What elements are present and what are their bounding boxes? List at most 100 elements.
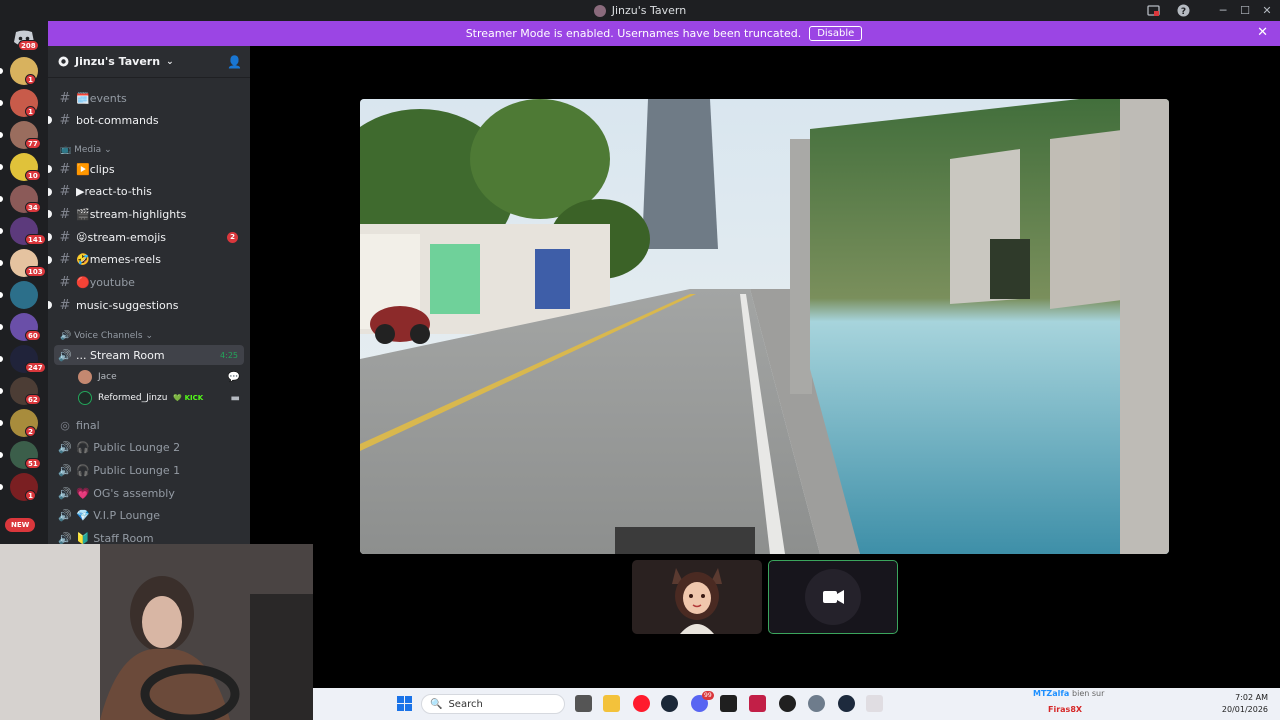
channel-events[interactable]: # 🗓️events — [54, 88, 244, 108]
voice-channel-item[interactable]: 🔊 💎 V.I.P Lounge — [54, 506, 244, 526]
search-icon: 🔍 — [430, 698, 443, 710]
close-banner-icon[interactable]: ✕ — [1257, 25, 1268, 40]
voice-channel-item[interactable]: 🔊 💗 OG's assembly — [54, 483, 244, 503]
participant-tile-jace[interactable] — [632, 560, 762, 634]
category-media[interactable]: 📺 Media ⌄ — [60, 145, 112, 155]
opera-gx-icon[interactable] — [633, 695, 650, 712]
chat-message: bien sur — [1072, 689, 1105, 698]
channel-name: bot-commands — [76, 113, 159, 127]
window-title-text: Jinzu's Tavern — [611, 4, 687, 17]
unread-indicator — [48, 210, 52, 219]
server-badge: 141 — [25, 234, 46, 245]
steam-icon[interactable] — [661, 695, 678, 712]
channel-item[interactable]: # music-suggestions — [48, 295, 244, 315]
avatar — [78, 370, 92, 384]
channel-name: 🔰 Staff Room — [76, 532, 154, 544]
streamer-mode-text: Streamer Mode is enabled. Usernames have… — [465, 27, 802, 40]
svg-text:?: ? — [1180, 7, 1185, 17]
voice-user-name: Reformed_Jinzu — [98, 393, 168, 403]
inbox-icon[interactable] — [1140, 0, 1166, 21]
server-header[interactable]: Jinzu's Tavern ⌄ 👤 — [48, 46, 250, 78]
taskbar-clock[interactable]: 7:02 AM 20/01/2026 — [1222, 692, 1268, 716]
channel-item[interactable]: # 🎬stream-highlights — [48, 204, 244, 224]
channel-name: 🎧 Public Lounge 2 — [76, 441, 181, 455]
help-icon[interactable]: ? — [1170, 0, 1196, 21]
speaker-icon: 🔊 — [58, 509, 72, 523]
settings-gear-icon[interactable] — [808, 695, 825, 712]
kick-tag: 💚 KICK — [173, 394, 204, 402]
voice-channel-item[interactable]: ◎ final — [54, 415, 244, 435]
unread-indicator — [48, 301, 52, 310]
anime-avatar-image — [672, 568, 722, 634]
channel-bot-commands[interactable]: # bot-commands — [48, 110, 244, 130]
obs-icon[interactable] — [779, 695, 796, 712]
chat-user: MTZalfa — [1033, 689, 1070, 698]
channel-name: music-suggestions — [76, 298, 179, 312]
channel-name: final — [76, 418, 100, 432]
voice-user-reformed-jinzu[interactable]: Reformed_Jinzu 💚 KICK ▬ — [78, 388, 244, 408]
channel-item[interactable]: # ▶️clips — [48, 159, 244, 179]
participant-tile-reformed-jinzu[interactable] — [768, 560, 898, 634]
invite-people-icon[interactable]: 👤 — [227, 55, 242, 69]
channel-name: 😝stream-emojis — [76, 230, 167, 244]
category-label: 📺 Media — [60, 145, 102, 155]
stream-video[interactable] — [360, 99, 1169, 554]
voice-timer: 4:25 — [220, 350, 238, 360]
unread-pill — [0, 452, 3, 458]
windows-start-icon[interactable] — [397, 696, 412, 715]
unread-pill — [0, 484, 3, 490]
voice-channel-item[interactable]: 🔊 🎧 Public Lounge 2 — [54, 438, 244, 458]
speaker-icon: 🔊 — [58, 441, 72, 455]
street-scene-image — [360, 99, 1169, 554]
channel-name: 💗 OG's assembly — [76, 486, 175, 500]
text-channel-icon: # — [59, 229, 71, 245]
server-badge: 1 — [25, 490, 36, 501]
text-channel-icon: # — [59, 297, 71, 313]
clock-date: 20/01/2026 — [1221, 705, 1268, 714]
channel-name: 🗓️events — [76, 91, 127, 105]
server-rail: 208 1 1 77 10 34 141 103 60 247 62 2 51 1 NEW — [0, 21, 48, 544]
app-icon[interactable] — [866, 695, 883, 712]
channel-name: 🎧 Public Lounge 1 — [76, 463, 181, 477]
chevron-down-icon: ⌄ — [145, 331, 154, 341]
server-badge: 77 — [25, 138, 41, 149]
app-icon[interactable] — [749, 695, 766, 712]
unread-indicator — [48, 187, 52, 196]
voice-user-name: Jace — [98, 372, 117, 382]
unread-pill — [0, 228, 3, 234]
channel-name: 🤣memes-reels — [76, 253, 161, 267]
terminal-icon[interactable] — [720, 695, 737, 712]
discord-taskbar-badge: 99 — [702, 691, 714, 700]
discord-window: Jinzu's Tavern ? ─ ☐ ✕ Streamer Mode is … — [0, 0, 1280, 720]
voice-user-jace[interactable]: Jace 💬 — [78, 367, 244, 387]
unread-indicator — [48, 255, 52, 264]
text-channel-icon: # — [59, 275, 71, 290]
voice-channel-item[interactable]: 🔊 🔰 Staff Room — [54, 529, 244, 544]
server-icon[interactable] — [10, 281, 38, 309]
task-view-icon[interactable] — [575, 695, 592, 712]
speaker-icon: 🔊 — [58, 532, 72, 544]
close-window-button[interactable]: ✕ — [1254, 0, 1280, 21]
voice-channel-stream-room[interactable]: 🔊 ... Stream Room 4:25 — [54, 345, 244, 365]
category-voice-channels[interactable]: 🔊 Voice Channels ⌄ — [60, 331, 153, 341]
channel-item[interactable]: # 😝stream-emojis 2 — [48, 227, 244, 247]
text-channel-icon: # — [59, 90, 71, 106]
voice-channel-item[interactable]: 🔊 🎧 Public Lounge 1 — [54, 460, 244, 480]
channel-item[interactable]: # 🔴youtube — [54, 273, 244, 293]
unread-indicator — [48, 165, 52, 173]
video-camera-icon — [805, 569, 861, 625]
disable-button[interactable]: Disable — [809, 26, 863, 41]
channel-name: ▶react-to-this — [76, 185, 152, 199]
file-explorer-icon[interactable] — [603, 695, 620, 712]
app-icon[interactable] — [838, 695, 855, 712]
unread-pill — [0, 260, 3, 266]
speaker-icon: 🔊 — [58, 463, 72, 477]
avatar — [78, 391, 92, 405]
channel-item[interactable]: # ▶react-to-this — [48, 182, 244, 202]
channel-item[interactable]: # 🤣memes-reels — [48, 250, 244, 270]
chevron-down-icon: ⌄ — [104, 145, 112, 155]
taskbar-search[interactable]: 🔍 Search — [421, 694, 565, 714]
speech-bubble-icon: 💬 — [227, 371, 240, 383]
server-badge: 62 — [25, 394, 41, 405]
unread-pill — [0, 388, 3, 394]
